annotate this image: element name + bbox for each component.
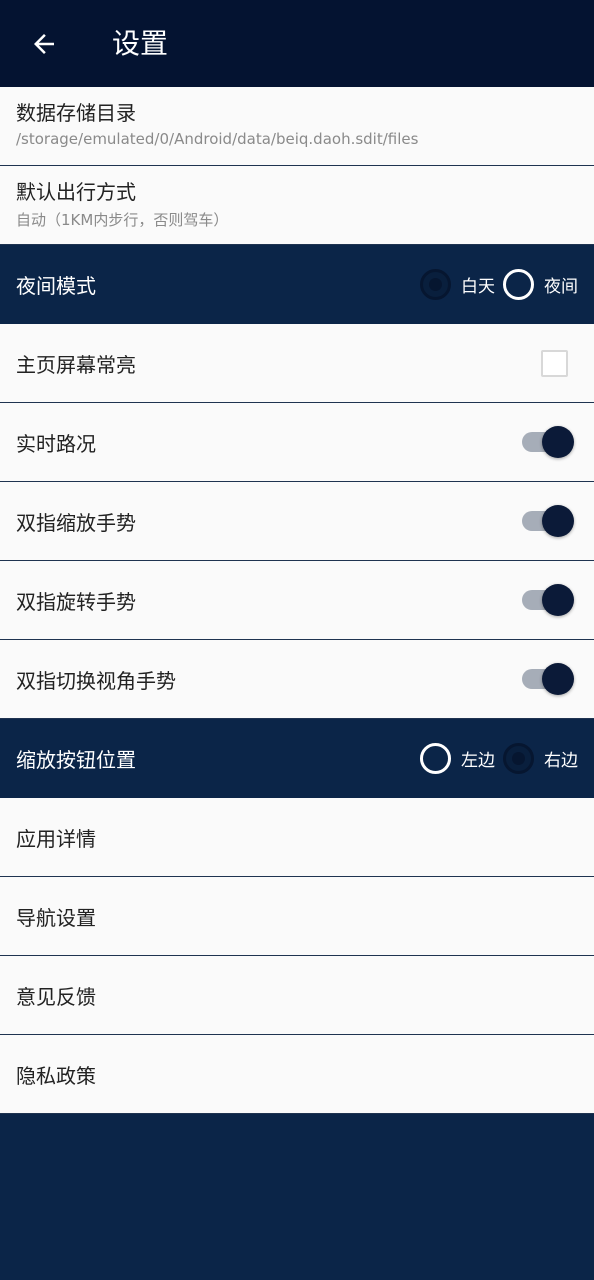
radio-left-label: 左边 (461, 750, 495, 771)
tilt-gesture-title: 双指切换视角手势 (16, 668, 176, 693)
radio-day[interactable]: 白天 (420, 268, 495, 300)
feedback-title: 意见反馈 (16, 984, 96, 1009)
back-button[interactable] (24, 26, 64, 62)
traffic-row[interactable]: 实时路况 (0, 403, 594, 482)
rotate-gesture-switch[interactable] (522, 584, 574, 616)
app-bar: 设置 (0, 0, 594, 87)
zoom-gesture-switch[interactable] (522, 505, 574, 537)
storage-dir-row[interactable]: 数据存储目录 /storage/emulated/0/Android/data/… (0, 87, 594, 166)
travel-mode-row[interactable]: 默认出行方式 自动（1KM内步行，否则驾车） (0, 166, 594, 245)
night-mode-radio-group: 白天 夜间 (412, 245, 578, 323)
screen-on-row[interactable]: 主页屏幕常亮 (0, 324, 594, 403)
radio-day-circle (420, 268, 451, 300)
app-detail-title: 应用详情 (16, 826, 96, 851)
screen-on-checkbox[interactable] (541, 350, 568, 377)
traffic-title: 实时路况 (16, 431, 96, 456)
zoom-button-radio-group: 左边 右边 (412, 719, 578, 797)
radio-right-label: 右边 (544, 750, 578, 771)
arrow-left-icon (34, 34, 54, 54)
rotate-gesture-title: 双指旋转手势 (16, 589, 136, 614)
page-title: 设置 (112, 27, 169, 60)
switch-thumb (542, 584, 574, 616)
radio-right-circle (503, 742, 534, 774)
night-mode-title: 夜间模式 (16, 273, 96, 298)
switch-thumb (542, 663, 574, 695)
travel-mode-title: 默认出行方式 (16, 180, 136, 204)
privacy-row[interactable]: 隐私政策 (0, 1035, 594, 1114)
tilt-gesture-row[interactable]: 双指切换视角手势 (0, 640, 594, 719)
zoom-gesture-row[interactable]: 双指缩放手势 (0, 482, 594, 561)
radio-day-label: 白天 (461, 276, 495, 297)
nav-settings-title: 导航设置 (16, 905, 96, 930)
feedback-row[interactable]: 意见反馈 (0, 956, 594, 1035)
zoom-gesture-title: 双指缩放手势 (16, 510, 136, 535)
privacy-title: 隐私政策 (16, 1063, 96, 1088)
radio-left-circle (420, 742, 451, 774)
switch-thumb (542, 426, 574, 458)
storage-dir-value: /storage/emulated/0/Android/data/beiq.da… (16, 130, 419, 148)
traffic-switch[interactable] (522, 426, 574, 458)
radio-left[interactable]: 左边 (420, 742, 495, 774)
switch-thumb (542, 505, 574, 537)
screen-on-title: 主页屏幕常亮 (16, 352, 136, 377)
radio-night-circle (503, 268, 534, 300)
radio-night[interactable]: 夜间 (503, 268, 578, 300)
radio-night-label: 夜间 (544, 276, 578, 297)
travel-mode-value: 自动（1KM内步行，否则驾车） (16, 211, 229, 229)
app-detail-row[interactable]: 应用详情 (0, 798, 594, 877)
radio-right[interactable]: 右边 (503, 742, 578, 774)
night-mode-row: 夜间模式 白天 夜间 (0, 245, 594, 324)
storage-dir-title: 数据存储目录 (16, 101, 136, 125)
settings-list: 数据存储目录 /storage/emulated/0/Android/data/… (0, 87, 594, 1114)
zoom-button-title: 缩放按钮位置 (16, 747, 136, 772)
zoom-button-row: 缩放按钮位置 左边 右边 (0, 719, 594, 798)
tilt-gesture-switch[interactable] (522, 663, 574, 695)
rotate-gesture-row[interactable]: 双指旋转手势 (0, 561, 594, 640)
nav-settings-row[interactable]: 导航设置 (0, 877, 594, 956)
